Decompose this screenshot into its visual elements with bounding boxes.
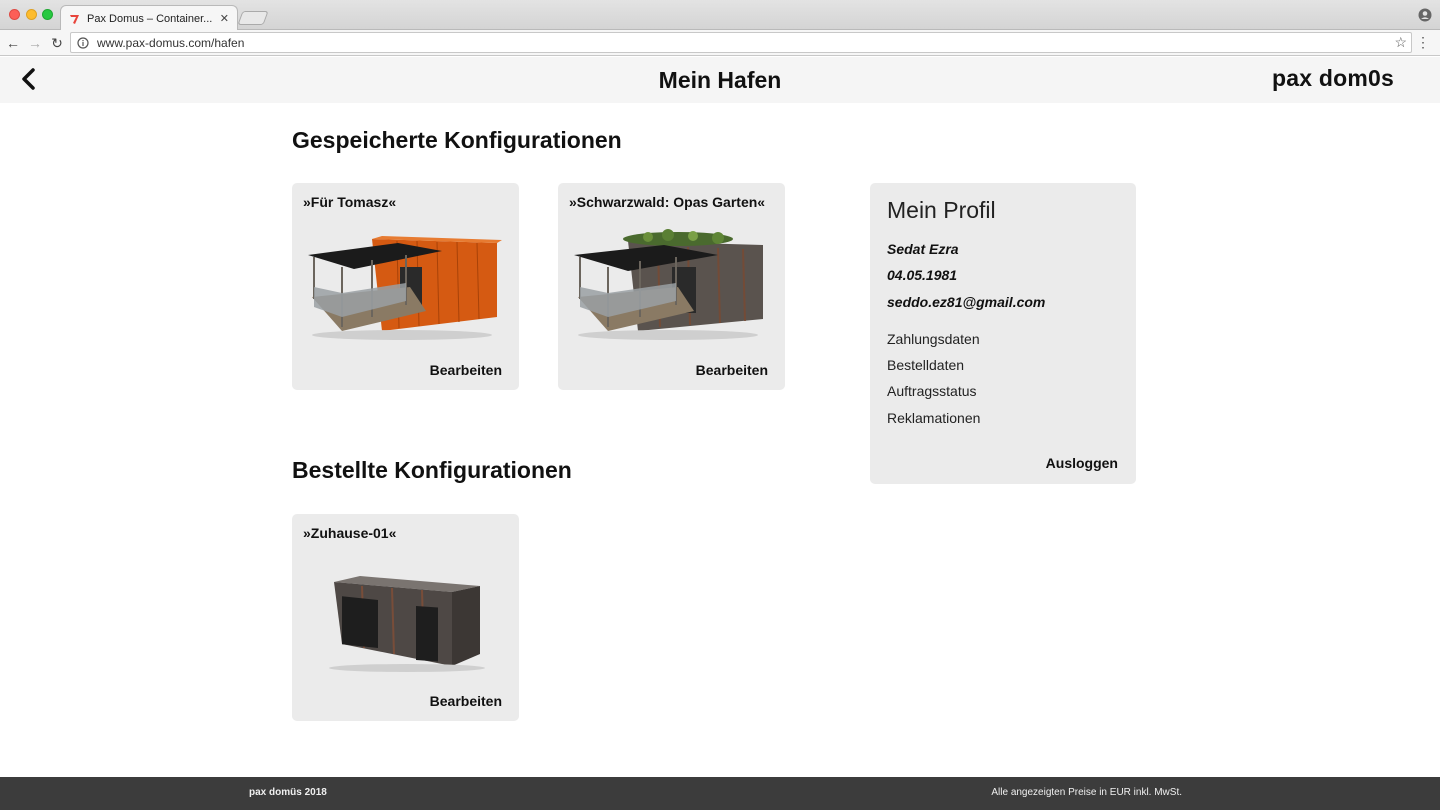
profile-icon[interactable] (1418, 8, 1432, 22)
profile-birthdate: 04.05.1981 (887, 267, 958, 283)
profile-email: seddo.ez81@gmail.com (887, 294, 1046, 310)
config-title: »Schwarzwald: Opas Garten« (569, 194, 766, 210)
saved-config-card: »Schwarzwald: Opas Garten« Bearbeiten (558, 183, 785, 390)
reload-button[interactable]: ↻ (48, 34, 66, 52)
complaints-link[interactable]: Reklamationen (887, 410, 980, 426)
forward-button[interactable]: → (26, 34, 44, 52)
edit-button[interactable]: Bearbeiten (430, 693, 502, 709)
saved-config-card: »Für Tomasz« Bearbeiten (292, 183, 519, 390)
ordered-configurations-heading: Bestellte Konfigurationen (292, 457, 572, 483)
ordered-config-card: »Zuhause-01« Bearbeiten (292, 514, 519, 721)
edit-button[interactable]: Bearbeiten (430, 362, 502, 378)
config-title: »Für Tomasz« (303, 194, 397, 210)
tab-title: Pax Domus – Container... (87, 12, 213, 25)
browser-tab[interactable]: Pax Domus – Container... ✕ (60, 5, 238, 31)
site-footer: pax domüs 2018 Alle angezeigten Preise i… (0, 777, 1440, 810)
close-window-button[interactable] (9, 9, 20, 20)
info-icon[interactable] (77, 36, 89, 49)
payment-data-link[interactable]: Zahlungsdaten (887, 331, 980, 347)
container-house-green-roof-icon (574, 229, 763, 340)
order-data-link[interactable]: Bestelldaten (887, 357, 964, 373)
footer-price-note: Alle angezeigten Preise in EUR inkl. MwS… (991, 787, 1182, 798)
brand-logo[interactable]: pax dom0s (1272, 65, 1394, 92)
site-header: Mein Hafen pax dom0s (0, 57, 1440, 103)
edit-button[interactable]: Bearbeiten (696, 362, 768, 378)
browser-tab-bar: Pax Domus – Container... ✕ (0, 0, 1440, 31)
profile-heading: Mein Profil (887, 197, 996, 223)
browser-menu-icon[interactable]: ⋮ (1416, 35, 1430, 49)
saved-configurations-heading: Gespeicherte Konfigurationen (292, 127, 622, 153)
back-button[interactable]: ← (4, 34, 22, 52)
order-status-link[interactable]: Auftragsstatus (887, 383, 977, 399)
page-title: Mein Hafen (658, 67, 782, 93)
minimize-window-button[interactable] (26, 9, 37, 20)
profile-card: Mein Profil Sedat Ezra 04.05.1981 seddo.… (870, 183, 1136, 484)
favicon-icon (70, 14, 79, 24)
logout-button[interactable]: Ausloggen (1046, 455, 1118, 471)
maximize-window-button[interactable] (42, 9, 53, 20)
url-text: www.pax-domus.com/hafen (97, 35, 245, 50)
address-bar-row: ← → ↻ www.pax-domus.com/hafen ☆ ⋮ (0, 30, 1440, 56)
url-field[interactable]: www.pax-domus.com/hafen ☆ (70, 32, 1412, 53)
profile-name: Sedat Ezra (887, 241, 959, 257)
config-title: »Zuhause-01« (303, 525, 397, 541)
new-tab-button[interactable] (237, 11, 269, 25)
container-rusty-icon (329, 576, 485, 672)
tab-close-icon[interactable]: ✕ (220, 12, 229, 25)
bookmark-star-icon[interactable]: ☆ (1394, 34, 1407, 51)
container-house-orange-icon (308, 236, 502, 340)
footer-copyright: pax domüs 2018 (249, 787, 327, 798)
